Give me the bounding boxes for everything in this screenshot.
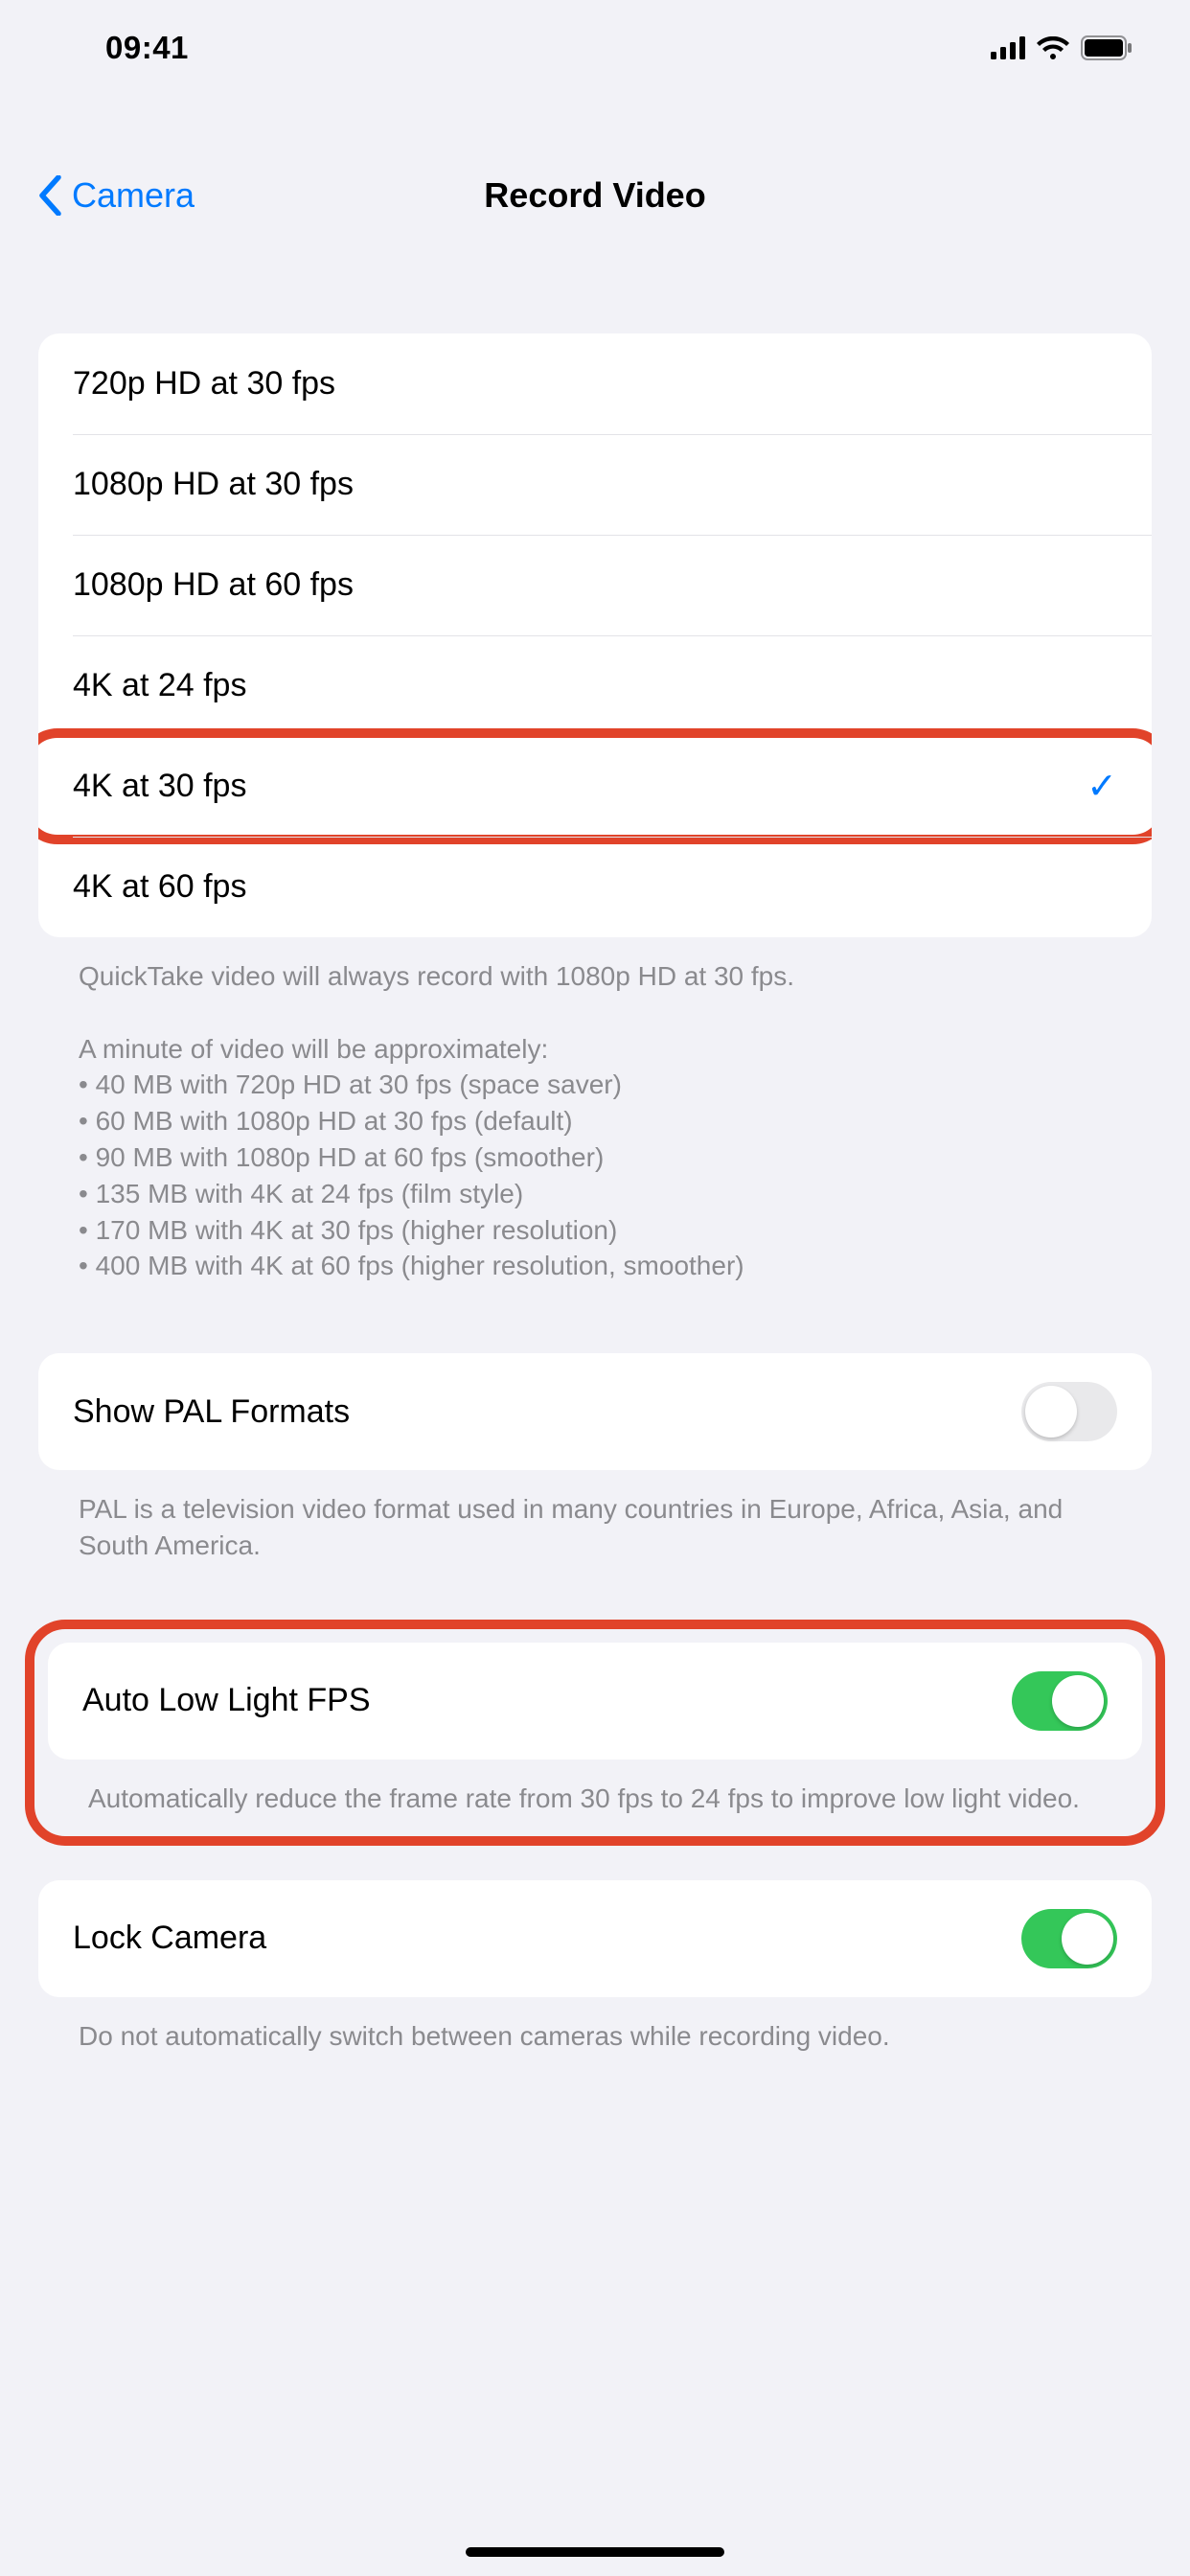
pal-row[interactable]: Show PAL Formats bbox=[38, 1353, 1152, 1470]
lowlight-toggle[interactable] bbox=[1012, 1671, 1108, 1731]
lowlight-label: Auto Low Light FPS bbox=[82, 1682, 371, 1719]
lockcamera-label: Lock Camera bbox=[73, 1920, 266, 1957]
lockcamera-row[interactable]: Lock Camera bbox=[38, 1880, 1152, 1997]
resolution-option-selected[interactable]: 4K at 30 fps ✓ bbox=[38, 736, 1152, 837]
footer-size-line: • 135 MB with 4K at 24 fps (film style) bbox=[79, 1176, 1111, 1212]
toggle-knob bbox=[1025, 1386, 1077, 1438]
wifi-icon bbox=[1037, 36, 1069, 59]
lowlight-row[interactable]: Auto Low Light FPS bbox=[48, 1643, 1142, 1760]
resolution-option[interactable]: 1080p HD at 30 fps bbox=[38, 434, 1152, 535]
lockcamera-group: Lock Camera bbox=[38, 1880, 1152, 1997]
toggle-knob bbox=[1062, 1913, 1113, 1965]
resolution-label: 4K at 30 fps bbox=[73, 768, 246, 805]
resolution-option[interactable]: 720p HD at 30 fps bbox=[38, 334, 1152, 434]
footer-intro: A minute of video will be approximately: bbox=[79, 1031, 1111, 1068]
resolution-option[interactable]: 1080p HD at 60 fps bbox=[38, 535, 1152, 635]
checkmark-icon: ✓ bbox=[1087, 765, 1117, 808]
toggle-knob bbox=[1052, 1675, 1104, 1727]
footer-size-line: • 400 MB with 4K at 60 fps (higher resol… bbox=[79, 1248, 1111, 1284]
cellular-icon bbox=[991, 36, 1025, 59]
chevron-left-icon bbox=[38, 175, 62, 216]
status-icons bbox=[991, 35, 1133, 60]
page-title: Record Video bbox=[484, 175, 705, 216]
status-time: 09:41 bbox=[105, 30, 189, 66]
footer-size-line: • 60 MB with 1080p HD at 30 fps (default… bbox=[79, 1103, 1111, 1139]
home-indicator[interactable] bbox=[466, 2547, 724, 2557]
pal-footer: PAL is a television video format used in… bbox=[38, 1470, 1152, 1585]
footer-size-line: • 40 MB with 720p HD at 30 fps (space sa… bbox=[79, 1067, 1111, 1103]
status-bar: 09:41 bbox=[0, 0, 1190, 96]
resolution-label: 4K at 60 fps bbox=[73, 868, 246, 906]
footer-size-line: • 170 MB with 4K at 30 fps (higher resol… bbox=[79, 1212, 1111, 1249]
footer-quicktake: QuickTake video will always record with … bbox=[79, 958, 1111, 995]
battery-icon bbox=[1081, 35, 1133, 60]
resolution-label: 4K at 24 fps bbox=[73, 667, 246, 704]
back-label: Camera bbox=[72, 175, 195, 216]
resolution-option[interactable]: 4K at 60 fps bbox=[38, 837, 1152, 937]
resolution-list: 720p HD at 30 fps 1080p HD at 30 fps 108… bbox=[38, 334, 1152, 937]
pal-group: Show PAL Formats bbox=[38, 1353, 1152, 1470]
lockcamera-footer: Do not automatically switch between came… bbox=[38, 1997, 1152, 2076]
resolution-option[interactable]: 4K at 24 fps bbox=[38, 635, 1152, 736]
highlight-annotation: Auto Low Light FPS Automatically reduce … bbox=[25, 1620, 1165, 1846]
lowlight-group: Auto Low Light FPS bbox=[48, 1643, 1142, 1760]
back-button[interactable]: Camera bbox=[38, 175, 195, 216]
resolution-label: 1080p HD at 60 fps bbox=[73, 566, 354, 604]
resolution-label: 1080p HD at 30 fps bbox=[73, 466, 354, 503]
resolution-label: 720p HD at 30 fps bbox=[73, 365, 335, 402]
pal-toggle[interactable] bbox=[1021, 1382, 1117, 1441]
nav-bar: Camera Record Video bbox=[0, 153, 1190, 238]
lockcamera-toggle[interactable] bbox=[1021, 1909, 1117, 1968]
lowlight-footer: Automatically reduce the frame rate from… bbox=[48, 1760, 1142, 1832]
resolution-footer: QuickTake video will always record with … bbox=[38, 937, 1152, 1305]
footer-size-line: • 90 MB with 1080p HD at 60 fps (smoothe… bbox=[79, 1139, 1111, 1176]
pal-label: Show PAL Formats bbox=[73, 1393, 350, 1431]
